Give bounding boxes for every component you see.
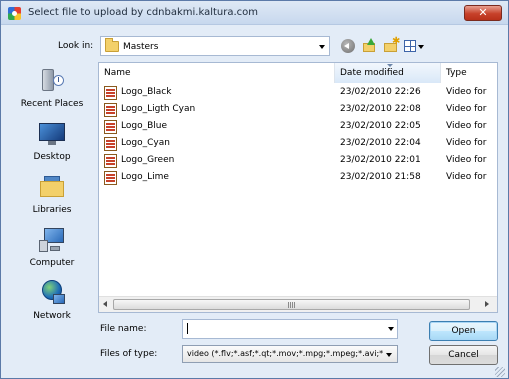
cancel-button[interactable]: Cancel [429,345,498,365]
place-label: Desktop [33,152,71,162]
desktop-icon [38,120,66,148]
file-row[interactable]: Logo_Green 23/02/2010 22:01 Video for [99,153,497,169]
computer-icon [38,226,66,254]
place-network[interactable]: Network [10,277,94,327]
title-bar[interactable]: Select file to upload by cdnbakmi.kaltur… [1,1,508,25]
file-row[interactable]: Logo_Ligth Cyan 23/02/2010 22:08 Video f… [99,102,497,118]
file-row[interactable]: Logo_Black 23/02/2010 22:26 Video for [99,85,497,101]
file-name-cell: Logo_Green [121,155,175,165]
chrome-app-icon [8,7,21,20]
look-in-label: Look in: [58,41,94,51]
file-type-cell: Video for [446,121,487,131]
file-date-cell: 23/02/2010 22:01 [340,155,421,165]
file-type-cell: Video for [446,155,487,165]
file-date-cell: 23/02/2010 22:04 [340,138,421,148]
libraries-icon [38,173,66,201]
look-in-dropdown[interactable]: Masters [100,36,330,56]
file-type-value: video (*.flv;*.asf;*.qt;*.mov;*.mpg;*.mp… [187,349,383,358]
place-label: Computer [29,258,75,268]
window-title: Select file to upload by cdnbakmi.kaltur… [28,7,259,18]
file-type-select[interactable]: video (*.flv;*.asf;*.qt;*.mov;*.mpg;*.mp… [182,345,398,363]
views-icon[interactable] [404,39,424,53]
file-name-cell: Logo_Cyan [121,138,170,148]
file-name-cell: Logo_Lime [121,172,169,182]
place-label: Libraries [32,205,72,215]
file-date-cell: 23/02/2010 22:08 [340,104,421,114]
file-list[interactable]: Name Date modified Type Logo_Black 23/02… [98,62,498,313]
sort-arrow-icon [387,64,393,67]
video-file-icon [104,103,117,117]
file-name-cell: Logo_Blue [121,121,167,131]
file-name-cell: Logo_Black [121,87,172,97]
file-type-cell: Video for [446,138,487,148]
text-caret [187,323,188,334]
scroll-left-icon[interactable] [103,301,107,307]
file-name-cell: Logo_Ligth Cyan [121,104,196,114]
scroll-right-icon[interactable] [485,301,489,307]
up-folder-icon[interactable] [363,38,377,53]
video-file-icon [104,171,117,185]
place-label: Network [33,311,71,321]
file-date-cell: 23/02/2010 21:58 [340,172,421,182]
file-upload-dialog: Select file to upload by cdnbakmi.kaltur… [0,0,509,379]
chevron-down-icon[interactable] [386,353,392,357]
video-file-icon [104,120,117,134]
recent-places-icon [38,67,66,95]
look-in-value: Masters [123,42,159,52]
open-button[interactable]: Open [429,321,498,341]
file-name-label: File name: [100,324,147,334]
places-bar: Recent Places Desktop Libraries Computer… [10,65,94,337]
file-type-label: Files of type: [100,349,158,359]
file-name-input[interactable] [182,319,398,339]
chevron-down-icon[interactable] [319,45,325,49]
back-icon[interactable] [341,39,355,53]
file-row[interactable]: Logo_Lime 23/02/2010 21:58 Video for [99,170,497,186]
scrollbar-thumb[interactable] [113,299,470,310]
place-desktop[interactable]: Desktop [10,118,94,168]
file-row[interactable]: Logo_Blue 23/02/2010 22:05 Video for [99,119,497,135]
place-libraries[interactable]: Libraries [10,171,94,221]
place-label: Recent Places [20,99,84,109]
close-button[interactable]: ✕ [464,5,502,21]
column-header-name[interactable]: Name [99,63,335,83]
network-icon [38,279,66,307]
resize-grip-icon[interactable] [495,367,505,377]
file-type-cell: Video for [446,87,487,97]
place-recent-places[interactable]: Recent Places [10,65,94,115]
folder-icon [105,38,119,52]
file-type-cell: Video for [446,104,487,114]
video-file-icon [104,137,117,151]
file-date-cell: 23/02/2010 22:26 [340,87,421,97]
file-type-cell: Video for [446,172,487,182]
column-header-type[interactable]: Type [441,63,497,83]
chevron-down-icon[interactable] [388,327,394,331]
place-computer[interactable]: Computer [10,224,94,274]
file-date-cell: 23/02/2010 22:05 [340,121,421,131]
new-folder-icon[interactable]: ✱ [384,37,400,53]
file-row[interactable]: Logo_Cyan 23/02/2010 22:04 Video for [99,136,497,152]
horizontal-scrollbar[interactable] [99,296,497,312]
video-file-icon [104,154,117,168]
video-file-icon [104,86,117,100]
